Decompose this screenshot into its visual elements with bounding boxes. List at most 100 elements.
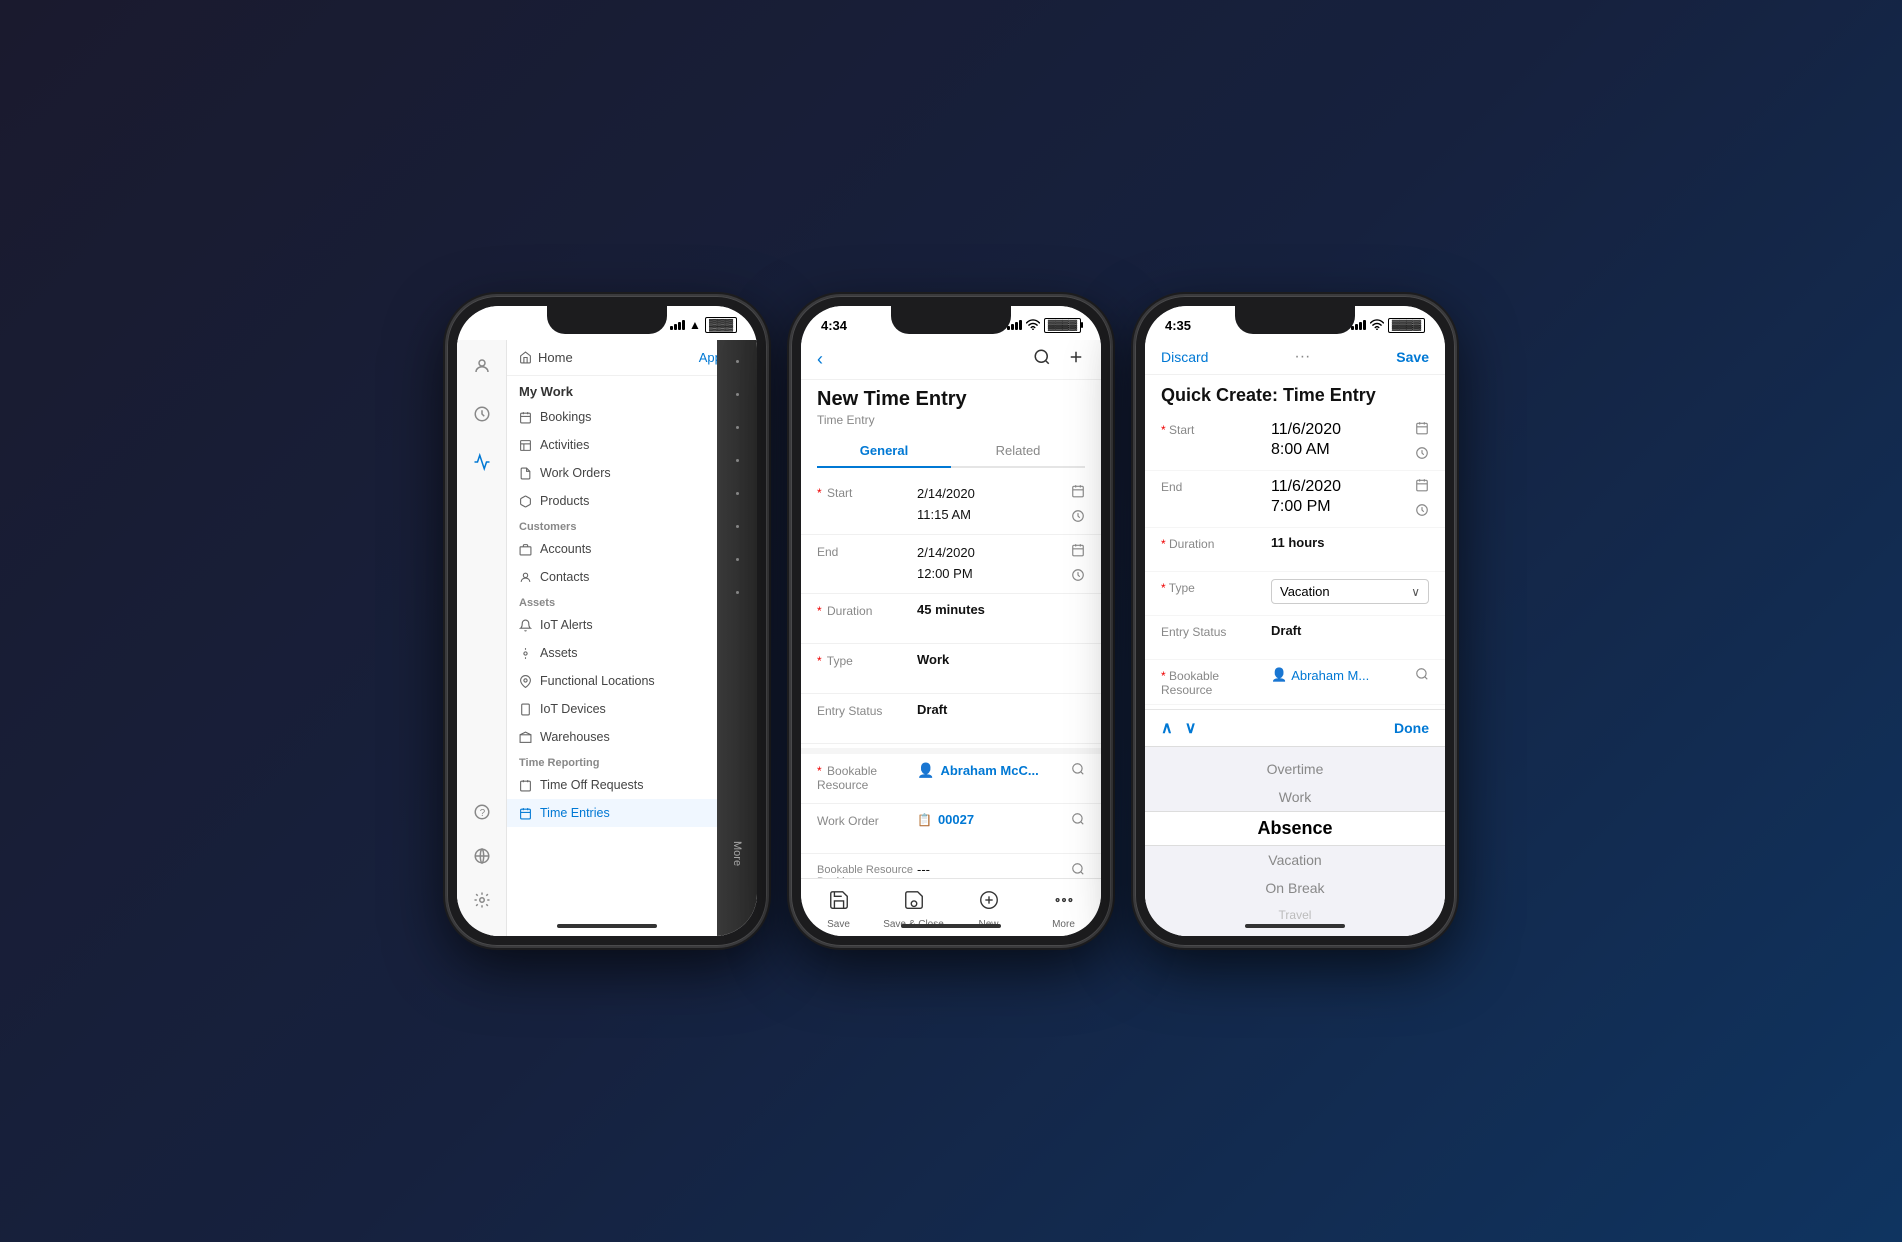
start-label: * Start <box>817 484 917 500</box>
clock-icon-p3-end[interactable] <box>1415 503 1429 520</box>
form-row-end: End 2/14/2020 12:00 PM <box>801 535 1101 594</box>
entry-status-label: Entry Status <box>817 702 917 718</box>
picker-option-vacation[interactable]: Vacation <box>1145 846 1445 874</box>
add-button-2[interactable] <box>1067 348 1085 371</box>
p2-subtitle: Time Entry <box>801 413 1101 435</box>
p3-start-value[interactable]: 11/6/2020 8:00 AM <box>1271 421 1411 459</box>
battery-icon-1: ▓▓▓ <box>705 317 737 333</box>
clock-icon[interactable] <box>466 398 498 430</box>
nav-activities-label: Activities <box>540 438 589 452</box>
p3-title: Quick Create: Time Entry <box>1145 375 1445 414</box>
nav-arrows: ∧ ∨ <box>1161 718 1196 738</box>
chart-icon[interactable] <box>466 446 498 478</box>
search-icon-work-order[interactable] <box>1071 812 1085 829</box>
dark-panel-dot3 <box>736 426 739 429</box>
phone2: 4:34 ▓▓▓▓ ‹ <box>791 296 1111 946</box>
save-button-2[interactable]: Save <box>801 885 876 934</box>
discard-button[interactable]: Discard <box>1161 349 1208 365</box>
nav-up-arrow[interactable]: ∧ <box>1161 718 1173 738</box>
dark-panel-dot7 <box>736 558 739 561</box>
picker-option-overtime[interactable]: Overtime <box>1145 755 1445 783</box>
notch-3 <box>1235 306 1355 334</box>
p3-start-label: * Start <box>1161 421 1271 437</box>
clock-icon-p3-start[interactable] <box>1415 446 1429 463</box>
p3-duration-value[interactable]: 11 hours <box>1271 535 1429 550</box>
p2-tabs: General Related <box>817 435 1085 468</box>
home-label-group: Home <box>519 350 573 365</box>
search-button-2[interactable] <box>1033 348 1051 371</box>
calendar-icon-start[interactable] <box>1071 484 1085 501</box>
entry-status-value[interactable]: Draft <box>917 702 1085 717</box>
dark-panel-dot8 <box>736 591 739 594</box>
new-icon <box>978 889 1000 917</box>
calendar-icon-p3-start[interactable] <box>1415 421 1429 438</box>
start-time: 11:15 AM <box>917 505 1063 526</box>
work-order-value[interactable]: 00027 <box>938 812 1071 827</box>
p3-duration-label: * Duration <box>1161 535 1271 551</box>
wifi-icon-2 <box>1026 318 1040 333</box>
nav-assets-label: Assets <box>540 646 578 660</box>
type-value[interactable]: Work <box>917 652 1085 667</box>
search-icon-br-booking[interactable] <box>1071 862 1085 878</box>
more-button-2[interactable]: More <box>1026 885 1101 934</box>
bookable-resource-value[interactable]: Abraham McC... <box>940 763 1071 778</box>
form-row-type: * Type Work <box>801 644 1101 694</box>
phone1-content: ? <box>457 340 757 936</box>
more-label-2: More <box>1052 919 1075 930</box>
picker-option-absence[interactable]: Absence <box>1145 811 1445 846</box>
duration-label: * Duration <box>817 602 917 618</box>
nav-functional-locations-label: Functional Locations <box>540 674 655 688</box>
save-button-3[interactable]: Save <box>1396 349 1429 365</box>
br-booking-value[interactable]: --- <box>917 862 1071 877</box>
nav-workorders-label: Work Orders <box>540 466 611 480</box>
p3-entry-status-value[interactable]: Draft <box>1271 623 1429 638</box>
p3-resource-avatar-icon: 👤 <box>1271 667 1287 683</box>
status-icons-2: ▓▓▓▓ <box>1007 318 1081 333</box>
done-button[interactable]: Done <box>1394 720 1429 736</box>
svg-text:?: ? <box>479 808 485 819</box>
end-value[interactable]: 2/14/2020 12:00 PM <box>917 543 1063 585</box>
back-button-2[interactable]: ‹ <box>817 349 823 370</box>
more-dots-button[interactable]: ··· <box>1294 348 1310 366</box>
home-bar-3 <box>1245 924 1345 928</box>
p3-bookable-resource-value[interactable]: Abraham M... <box>1291 668 1411 683</box>
p2-header-icons <box>1033 348 1085 371</box>
nav-iot-devices-label: IoT Devices <box>540 702 606 716</box>
form-row-entry-status: Entry Status Draft <box>801 694 1101 744</box>
p2-header: ‹ <box>801 340 1101 380</box>
p3-start-time: 8:00 AM <box>1271 441 1411 459</box>
type-dropdown[interactable]: Vacation ∨ <box>1271 579 1429 604</box>
settings-icon[interactable] <box>466 884 498 916</box>
p3-end-value[interactable]: 11/6/2020 7:00 PM <box>1271 478 1411 516</box>
nav-products-label: Products <box>540 494 589 508</box>
calendar-icon-end[interactable] <box>1071 543 1085 560</box>
form-row-duration: * Duration 45 minutes <box>801 594 1101 644</box>
question-icon[interactable]: ? <box>466 796 498 828</box>
home-bar-2 <box>901 924 1001 928</box>
search-icon-bookable-resource[interactable] <box>1071 762 1085 779</box>
notch <box>547 306 667 334</box>
duration-value[interactable]: 45 minutes <box>917 602 1085 617</box>
status-time-2: 4:34 <box>821 318 847 333</box>
tab-general[interactable]: General <box>817 435 951 466</box>
start-value[interactable]: 2/14/2020 11:15 AM <box>917 484 1063 526</box>
dark-panel-dot6 <box>736 525 739 528</box>
nav-time-off-label: Time Off Requests <box>540 778 644 792</box>
clock-icon-start[interactable] <box>1071 509 1085 526</box>
picker-option-on-break[interactable]: On Break <box>1145 874 1445 902</box>
search-icon-p3-bookable-resource[interactable] <box>1415 667 1429 684</box>
globe-icon[interactable] <box>466 840 498 872</box>
work-order-label: Work Order <box>817 812 917 828</box>
nav-down-arrow[interactable]: ∨ <box>1185 718 1197 738</box>
calendar-icon-p3-end[interactable] <box>1415 478 1429 495</box>
home-label: Home <box>538 350 573 365</box>
p3-bookable-resource-label: * Bookable Resource <box>1161 667 1271 697</box>
user-icon[interactable] <box>466 350 498 382</box>
dark-panel-dot5 <box>736 492 739 495</box>
form-row-bookable-resource: * Bookable Resource 👤 Abraham McC... <box>801 754 1101 804</box>
tab-related[interactable]: Related <box>951 435 1085 466</box>
battery-icon-2: ▓▓▓▓ <box>1044 318 1081 333</box>
dark-panel-dot2 <box>736 393 739 396</box>
clock-icon-end[interactable] <box>1071 568 1085 585</box>
picker-option-work[interactable]: Work <box>1145 783 1445 811</box>
